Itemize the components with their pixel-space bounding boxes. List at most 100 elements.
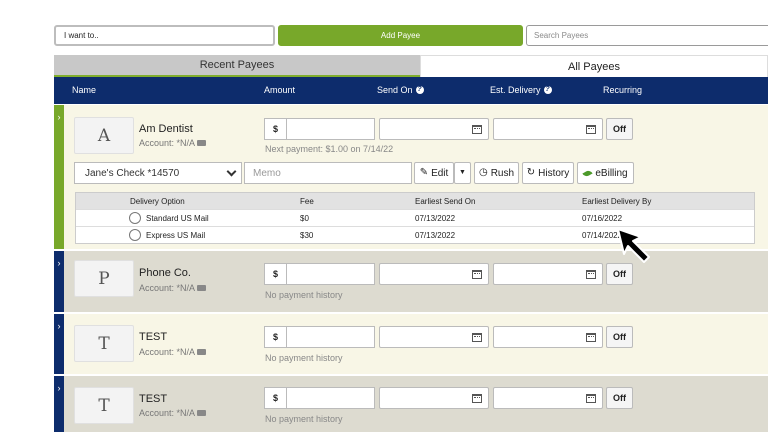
delivery-option-row[interactable]: Standard US Mail $0 07/13/2022 07/16/202… xyxy=(76,209,754,226)
est-delivery-date-input[interactable] xyxy=(493,326,603,348)
payee-row-test: › T TEST Account: *N/A $ Off No payment … xyxy=(54,314,768,374)
calendar-icon[interactable] xyxy=(586,125,596,134)
avatar: T xyxy=(74,325,134,362)
calendar-icon[interactable] xyxy=(586,333,596,342)
delivery-fee: $30 xyxy=(300,231,314,240)
payee-account: Account: *N/A xyxy=(139,283,207,293)
amount-input[interactable] xyxy=(286,118,375,140)
help-icon[interactable]: ? xyxy=(415,86,424,94)
expand-toggle[interactable]: › xyxy=(54,376,64,432)
chevron-right-icon: › xyxy=(57,383,61,393)
delivery-by: 07/16/2022 xyxy=(582,214,623,223)
calendar-icon[interactable] xyxy=(586,270,596,279)
payee-account: Account: *N/A xyxy=(139,138,207,148)
send-on-date-input[interactable] xyxy=(379,387,489,409)
payment-history-text: No payment history xyxy=(265,353,343,363)
delivery-send-on: 07/13/2022 xyxy=(415,231,456,240)
ebilling-button[interactable]: eBilling xyxy=(577,162,634,184)
delivery-table-header: Delivery Option Fee Earliest Send On Ear… xyxy=(76,193,754,209)
payee-name[interactable]: Phone Co. xyxy=(139,267,191,279)
clock-icon: ◷ xyxy=(478,167,488,178)
calendar-icon[interactable] xyxy=(472,270,482,279)
avatar: T xyxy=(74,387,134,424)
envelope-icon xyxy=(197,410,207,416)
send-on-date-input[interactable] xyxy=(379,118,489,140)
currency-label: $ xyxy=(264,326,287,348)
rush-button[interactable]: ◷ Rush xyxy=(474,162,519,184)
col-fee: Fee xyxy=(300,197,314,206)
envelope-icon xyxy=(197,285,207,291)
col-delivery-option: Delivery Option xyxy=(130,197,185,206)
search-payees-input[interactable]: Search Payees xyxy=(526,25,768,46)
payee-name[interactable]: TEST xyxy=(139,393,167,405)
chevron-right-icon: › xyxy=(57,112,61,122)
pay-from-account-select[interactable]: Jane's Check *14570 xyxy=(74,162,242,184)
payee-row-test: › T TEST Account: *N/A $ Off No payment … xyxy=(54,376,768,432)
recurring-toggle[interactable]: Off xyxy=(606,387,633,409)
recurring-toggle[interactable]: Off xyxy=(606,326,633,348)
chevron-down-icon xyxy=(226,166,237,177)
mouse-cursor-icon xyxy=(617,228,650,263)
i-want-to-select[interactable]: I want to.. xyxy=(54,25,275,46)
est-delivery-date-input[interactable] xyxy=(493,387,603,409)
avatar: A xyxy=(74,117,134,154)
payee-name[interactable]: Am Dentist xyxy=(139,123,193,135)
calendar-icon[interactable] xyxy=(472,125,482,134)
calendar-icon[interactable] xyxy=(472,394,482,403)
payee-account: Account: *N/A xyxy=(139,408,207,418)
payment-history-text: No payment history xyxy=(265,290,343,300)
expand-toggle[interactable]: › xyxy=(54,314,64,374)
recurring-toggle[interactable]: Off xyxy=(606,118,633,140)
est-delivery-date-input[interactable] xyxy=(493,118,603,140)
col-earliest-delivery-by: Earliest Delivery By xyxy=(582,197,652,206)
payee-table-header: Name Amount Send On? Est. Delivery? Recu… xyxy=(54,77,768,104)
payment-history-text: No payment history xyxy=(265,414,343,424)
header-send-on: Send On? xyxy=(377,85,424,95)
delivery-option-name: Express US Mail xyxy=(146,231,206,240)
expand-toggle[interactable]: › xyxy=(54,105,64,249)
avatar: P xyxy=(74,260,134,297)
leaf-icon xyxy=(582,168,594,178)
recurring-toggle[interactable]: Off xyxy=(606,263,633,285)
tab-recent-payees[interactable]: Recent Payees xyxy=(54,55,420,77)
currency-label: $ xyxy=(264,387,287,409)
send-on-date-input[interactable] xyxy=(379,326,489,348)
envelope-icon xyxy=(197,140,207,146)
header-recurring: Recurring xyxy=(603,85,643,95)
history-button[interactable]: ↻ History xyxy=(522,162,574,184)
help-icon[interactable]: ? xyxy=(543,86,552,94)
calendar-icon[interactable] xyxy=(586,394,596,403)
tab-all-payees[interactable]: All Payees xyxy=(420,55,768,77)
col-earliest-send-on: Earliest Send On xyxy=(415,197,476,206)
delivery-option-name: Standard US Mail xyxy=(146,214,209,223)
amount-input[interactable] xyxy=(286,387,375,409)
express-mail-radio[interactable] xyxy=(129,229,141,241)
add-payee-button[interactable]: Add Payee xyxy=(278,25,523,46)
currency-label: $ xyxy=(264,263,287,285)
edit-dropdown-button[interactable]: ▼ xyxy=(454,162,471,184)
edit-icon: ✎ xyxy=(419,167,429,178)
payee-row-phone-co: › P Phone Co. Account: *N/A $ Off No pay… xyxy=(54,251,768,312)
amount-input[interactable] xyxy=(286,263,375,285)
envelope-icon xyxy=(197,349,207,355)
est-delivery-date-input[interactable] xyxy=(493,263,603,285)
header-name: Name xyxy=(72,85,97,95)
delivery-send-on: 07/13/2022 xyxy=(415,214,456,223)
caret-down-icon: ▼ xyxy=(459,169,466,176)
next-payment-text: Next payment: $1.00 on 7/14/22 xyxy=(265,144,394,154)
standard-mail-radio[interactable] xyxy=(129,212,141,224)
payee-row-am-dentist: › A Am Dentist Account: *N/A $ Off Next … xyxy=(54,105,768,249)
edit-button[interactable]: ✎ Edit xyxy=(414,162,454,184)
delivery-fee: $0 xyxy=(300,214,309,223)
memo-input[interactable]: Memo xyxy=(244,162,412,184)
header-amount: Amount xyxy=(264,85,296,95)
calendar-icon[interactable] xyxy=(472,333,482,342)
payee-name[interactable]: TEST xyxy=(139,331,167,343)
chevron-right-icon: › xyxy=(57,258,61,268)
expand-toggle[interactable]: › xyxy=(54,251,64,312)
payee-account: Account: *N/A xyxy=(139,347,207,357)
currency-label: $ xyxy=(264,118,287,140)
send-on-date-input[interactable] xyxy=(379,263,489,285)
amount-input[interactable] xyxy=(286,326,375,348)
chevron-right-icon: › xyxy=(57,321,61,331)
